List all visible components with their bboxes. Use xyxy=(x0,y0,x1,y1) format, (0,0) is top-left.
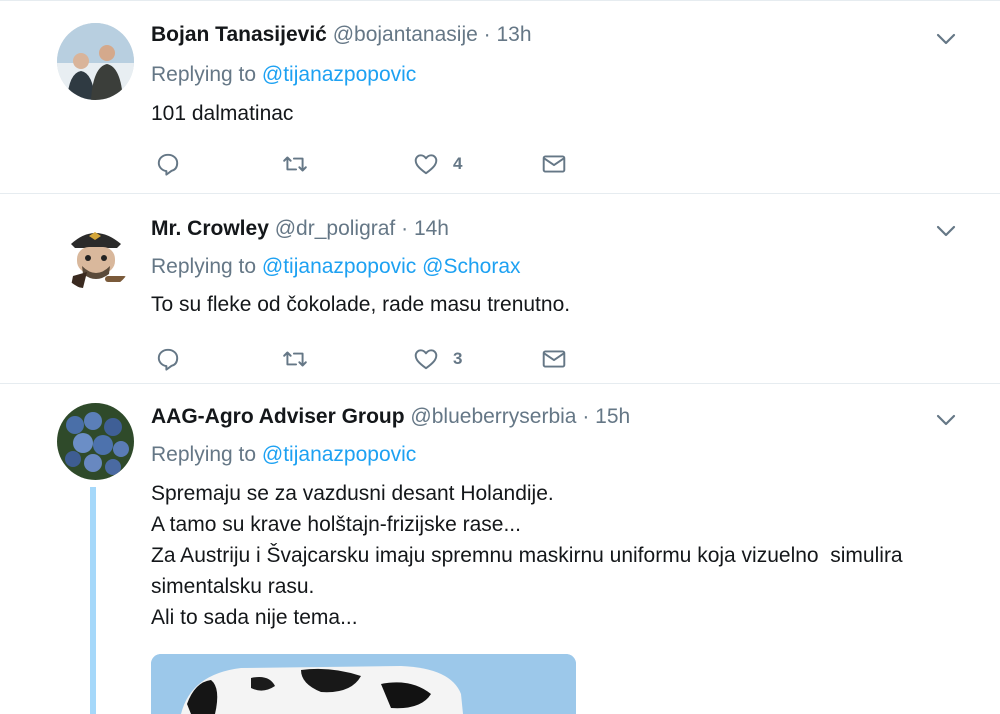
replying-to: Replying to @tijanazpopovic xyxy=(151,443,416,467)
tweet-text-line: Spremaju se za vazdusni desant Holandije… xyxy=(151,482,554,505)
tweet-media-image[interactable] xyxy=(151,654,576,714)
chevron-down-icon[interactable] xyxy=(934,219,958,243)
retweet-button[interactable] xyxy=(282,149,308,179)
like-button[interactable]: 3 xyxy=(413,344,462,374)
tweet-text-line: Za Austriju i Švajcarsku imaju spremnu m… xyxy=(151,544,903,567)
reply-icon xyxy=(157,153,179,176)
tweet-header: AAG-Agro Adviser Group @blueberryserbia … xyxy=(151,405,630,429)
envelope-icon xyxy=(542,350,566,368)
envelope-icon xyxy=(542,155,566,173)
thread-line xyxy=(90,487,96,714)
avatar[interactable] xyxy=(57,23,134,100)
like-button[interactable]: 4 xyxy=(413,149,462,179)
retweet-icon xyxy=(283,351,307,367)
replying-to: Replying to @tijanazpopovic xyxy=(151,63,416,87)
mention-link[interactable]: @tijanazpopovic xyxy=(262,443,416,466)
replying-to-label: Replying to xyxy=(151,63,257,86)
tweet-bojan[interactable]: Bojan Tanasijević @bojantanasije · 13h R… xyxy=(0,0,1000,194)
heart-icon xyxy=(414,349,438,370)
tweet-text-line: simentalsku rasu. xyxy=(151,575,315,598)
mention-link[interactable]: @tijanazpopovic @Schorax xyxy=(262,255,521,278)
reply-button[interactable] xyxy=(155,344,181,374)
tweet-text-line: A tamo su krave holštajn-frizijske rase.… xyxy=(151,513,521,536)
tweet-timeline: Bojan Tanasijević @bojantanasije · 13h R… xyxy=(0,0,1000,714)
tweet-text-line: Ali to sada nije tema... xyxy=(151,606,358,629)
author-name[interactable]: AAG-Agro Adviser Group xyxy=(151,405,405,428)
heart-icon xyxy=(414,154,438,175)
mention-link[interactable]: @tijanazpopovic xyxy=(262,63,416,86)
retweet-button[interactable] xyxy=(282,344,308,374)
separator-dot: · xyxy=(401,217,409,240)
author-name[interactable]: Mr. Crowley xyxy=(151,217,269,240)
replying-to-label: Replying to xyxy=(151,255,257,278)
author-name[interactable]: Bojan Tanasijević xyxy=(151,23,327,46)
replying-to-label: Replying to xyxy=(151,443,257,466)
tweet-crowley[interactable]: Mr. Crowley @dr_poligraf · 14h Replying … xyxy=(0,194,1000,384)
cow-photo xyxy=(151,654,576,714)
direct-message-button[interactable] xyxy=(541,149,567,179)
reply-icon xyxy=(157,348,179,371)
tweet-text: Spremaju se za vazdusni desant Holandije… xyxy=(151,478,971,633)
tweet-text: 101 dalmatinac xyxy=(151,102,294,125)
avatar[interactable] xyxy=(57,403,134,480)
reply-button[interactable] xyxy=(155,149,181,179)
tweet-timestamp[interactable]: 13h xyxy=(496,23,531,46)
direct-message-button[interactable] xyxy=(541,344,567,374)
tweet-aag-agro[interactable]: AAG-Agro Adviser Group @blueberryserbia … xyxy=(0,384,1000,714)
retweet-icon xyxy=(283,156,307,172)
author-handle[interactable]: @bojantanasije xyxy=(333,23,478,46)
tweet-timestamp[interactable]: 15h xyxy=(595,405,630,428)
chevron-down-icon[interactable] xyxy=(934,408,958,432)
tweet-header: Mr. Crowley @dr_poligraf · 14h xyxy=(151,217,449,241)
tweet-text: To su fleke od čokolade, rade masu trenu… xyxy=(151,293,571,316)
tweet-header: Bojan Tanasijević @bojantanasije · 13h xyxy=(151,23,532,47)
author-handle[interactable]: @blueberryserbia xyxy=(410,405,576,428)
tweet-timestamp[interactable]: 14h xyxy=(414,217,449,240)
avatar[interactable] xyxy=(57,214,134,291)
separator-dot: · xyxy=(483,23,491,46)
replying-to: Replying to @tijanazpopovic @Schorax xyxy=(151,255,521,279)
like-count: 4 xyxy=(453,154,463,173)
chevron-down-icon[interactable] xyxy=(934,27,958,51)
separator-dot: · xyxy=(582,405,590,428)
author-handle[interactable]: @dr_poligraf xyxy=(275,217,396,240)
like-count: 3 xyxy=(453,349,463,368)
